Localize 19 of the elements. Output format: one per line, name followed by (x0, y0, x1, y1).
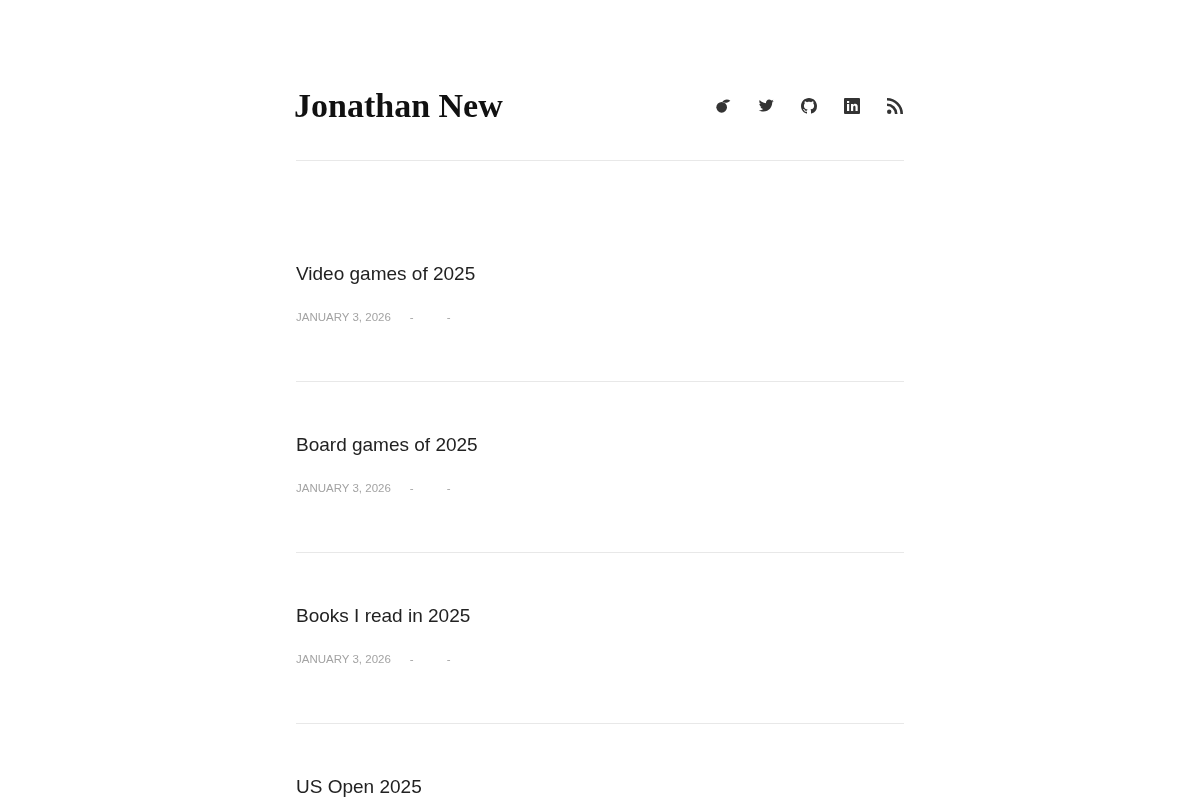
meta-separator: - (446, 652, 451, 667)
site-title[interactable]: Jonathan New (294, 82, 503, 130)
meta-separator: - (409, 481, 414, 496)
post-date: JANUARY 3, 2026 (296, 481, 391, 496)
meta-separator: - (446, 310, 451, 325)
meta-separator: - (409, 310, 414, 325)
github-icon[interactable] (801, 98, 817, 114)
fruit-icon[interactable] (715, 98, 731, 114)
post-title[interactable]: US Open 2025 (296, 775, 422, 799)
bird-icon[interactable] (758, 98, 774, 114)
post-title[interactable]: Board games of 2025 (296, 433, 478, 457)
linkedin-icon[interactable] (844, 98, 860, 114)
post-date: JANUARY 3, 2026 (296, 310, 391, 325)
rss-icon[interactable] (887, 98, 903, 114)
meta-separator: - (446, 481, 451, 496)
post-title[interactable]: Video games of 2025 (296, 262, 476, 286)
post-date: JANUARY 3, 2026 (296, 652, 391, 667)
meta-separator: - (409, 652, 414, 667)
post-title[interactable]: Books I read in 2025 (296, 604, 471, 628)
